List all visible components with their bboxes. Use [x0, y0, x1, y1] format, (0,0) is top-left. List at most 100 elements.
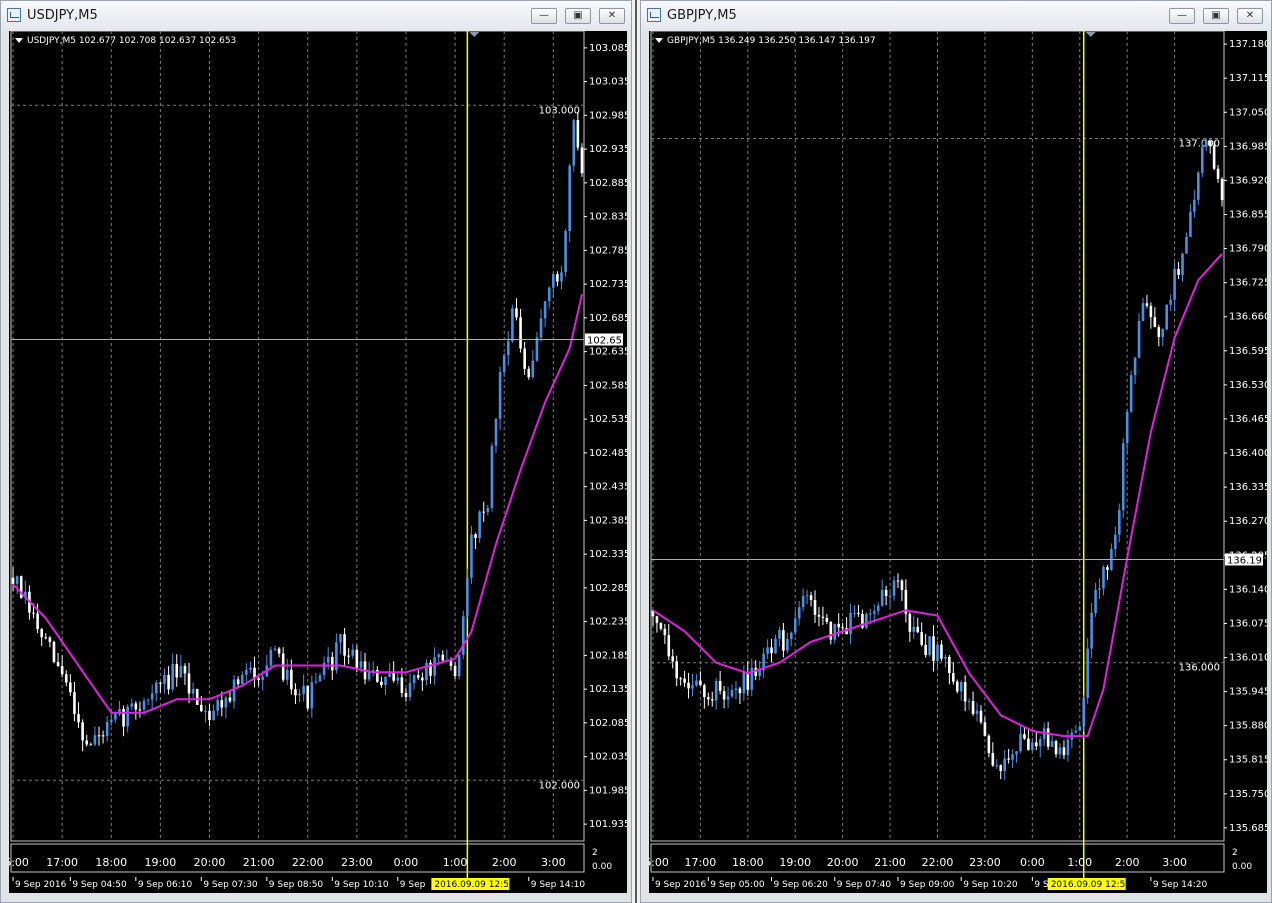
price-tick-label: 102.435	[589, 482, 627, 493]
candle-body	[482, 511, 486, 513]
candle-body	[1011, 754, 1014, 760]
price-tick-label: 102.085	[589, 718, 627, 729]
title-bar[interactable]: USDJPY,M5 — ▣ ✕	[1, 1, 631, 31]
candle-body	[813, 599, 817, 615]
price-tick-label: 102.235	[589, 617, 627, 628]
price-chart[interactable]: 103.085 103.035 102.985 102.935 102.885 102.8…	[9, 31, 627, 893]
candle-body	[1125, 411, 1129, 444]
candle-body	[955, 681, 959, 692]
candle-body	[1185, 236, 1188, 254]
candle-body	[872, 611, 876, 614]
price-tick-label: 102.485	[589, 448, 627, 459]
candle-body	[245, 669, 248, 675]
candle-body	[880, 589, 884, 606]
time-axis-label: 17:00	[685, 856, 717, 869]
candle-body	[408, 683, 412, 698]
price-chart[interactable]: 137.180 137.115 137.050 136.985 136.920 136.8…	[649, 31, 1267, 893]
candle-body	[663, 628, 667, 636]
restore-button[interactable]: ▣	[1203, 8, 1229, 24]
price-tick-label: 135.880	[1229, 721, 1267, 732]
candle-body	[659, 622, 663, 629]
cursor-date-label: 2016.09.09 12:55	[1051, 880, 1131, 890]
candle-body	[1046, 728, 1050, 747]
price-tick-label: 103.085	[589, 43, 627, 54]
chart-window-usdjpy[interactable]: USDJPY,M5 — ▣ ✕ 103.085 103.035 102.985 102…	[0, 0, 632, 903]
price-tick-label: 101.985	[589, 785, 627, 796]
candle-body	[821, 616, 825, 618]
volume-scale-zero: 0.00	[1232, 862, 1252, 872]
candle-body	[216, 700, 219, 711]
candle-body	[1066, 739, 1070, 756]
candle-body	[1074, 730, 1078, 733]
date-axis-label: 9 Sep 10:10	[334, 880, 389, 890]
candle-body	[355, 649, 359, 668]
candle-body	[1117, 510, 1121, 535]
candle-body	[535, 337, 539, 361]
symbol-info: GBPJPY,M5 136.249 136.250 136.147 136.19…	[667, 36, 876, 46]
candle-body	[36, 613, 39, 629]
candle-body	[298, 694, 301, 696]
candle-body	[920, 632, 923, 645]
minimize-button[interactable]: —	[531, 8, 557, 24]
candle-body	[1114, 534, 1117, 549]
candle-body	[786, 638, 789, 651]
candle-body	[478, 511, 481, 539]
candle-body	[963, 682, 967, 702]
time-axis-label: 18:00	[95, 856, 127, 869]
candle-body	[746, 672, 750, 690]
candle-body	[1027, 738, 1030, 750]
candle-body	[73, 692, 76, 714]
close-button[interactable]: ✕	[1237, 8, 1263, 24]
candle-body	[667, 635, 671, 657]
candle-body	[1212, 145, 1216, 169]
candle-body	[940, 644, 943, 659]
volume-scale-max: 2	[592, 848, 598, 858]
candle-body	[421, 677, 424, 681]
date-axis-label: 9 Sep 06:10	[138, 880, 193, 890]
candle-body	[952, 673, 955, 682]
candle-body	[797, 607, 801, 619]
candle-body	[506, 341, 510, 356]
chart-window-gbpjpy[interactable]: GBPJPY,M5 — ▣ ✕ 137.180 137.115 137.050 136…	[640, 0, 1272, 903]
candle-body	[48, 637, 52, 642]
price-tick-label: 136.465	[1229, 414, 1267, 425]
candle-body	[502, 355, 506, 373]
time-axis-label: 3:00	[541, 856, 566, 869]
candlestick-chart[interactable]: 137.180 137.115 137.050 136.985 136.920 136.8…	[649, 31, 1267, 893]
cursor-date-label: 2016.09.09 12:55	[434, 880, 514, 890]
candle-body	[576, 120, 580, 148]
candle-body	[1169, 299, 1172, 305]
candle-body	[564, 231, 567, 273]
price-tick-label: 137.050	[1229, 107, 1267, 118]
date-axis-label: 9 Sep 06:20	[774, 880, 829, 890]
candle-body	[766, 647, 769, 654]
candle-body	[150, 693, 154, 700]
price-tick-label: 102.735	[589, 279, 627, 290]
restore-button[interactable]: ▣	[565, 8, 591, 24]
time-axis-label: 21:00	[874, 856, 906, 869]
candle-body	[1082, 697, 1086, 727]
window-divider	[635, 0, 637, 903]
candle-body	[1038, 739, 1042, 747]
price-tick-label: 135.815	[1229, 755, 1267, 766]
candle-body	[470, 534, 473, 578]
price-tick-label: 136.725	[1229, 278, 1267, 289]
candle-body	[396, 677, 400, 681]
time-axis-label: 21:00	[243, 856, 275, 869]
candle-body	[326, 656, 330, 663]
candle-body	[511, 308, 514, 342]
candle-body	[829, 621, 833, 640]
candle-body	[932, 636, 935, 662]
close-button[interactable]: ✕	[599, 8, 625, 24]
candle-body	[572, 120, 576, 166]
minimize-button[interactable]: —	[1169, 8, 1195, 24]
window-title: USDJPY,M5	[27, 8, 98, 23]
title-bar[interactable]: GBPJPY,M5 — ▣ ✕	[641, 1, 1271, 31]
candle-body	[837, 623, 841, 628]
candlestick-chart[interactable]: 103.085 103.035 102.985 102.935 102.885 102.8…	[9, 31, 627, 893]
price-tick-label: 102.535	[589, 414, 627, 425]
candle-body	[236, 679, 240, 685]
candle-body	[999, 765, 1003, 771]
candle-body	[347, 655, 350, 657]
price-tick-label: 136.595	[1229, 346, 1267, 357]
